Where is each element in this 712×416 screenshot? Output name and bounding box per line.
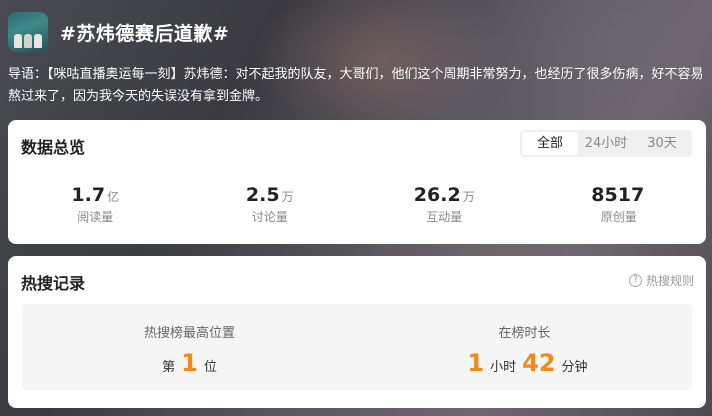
hot-search-rules-link[interactable]: ? 热搜规则 xyxy=(628,272,694,289)
tab-24h[interactable]: 24小时 xyxy=(578,132,634,155)
stat-label: 阅读量 xyxy=(77,210,114,224)
duration-label: 在榜时长 xyxy=(498,326,551,341)
stat-unit: 万 xyxy=(281,190,294,204)
stat-value: 8517 xyxy=(591,184,645,206)
duration-minutes-unit: 分钟 xyxy=(561,360,588,375)
range-tabs: 全部 24小时 30天 xyxy=(520,130,692,157)
rules-label: 热搜规则 xyxy=(645,274,694,288)
tab-all[interactable]: 全部 xyxy=(522,132,578,155)
stat-label: 原创量 xyxy=(600,210,637,224)
stat-original: 8517 原创量 xyxy=(532,184,707,225)
top-position: 热搜榜最高位置 第 1 位 xyxy=(22,304,357,390)
duration: 在榜时长 1 小时 42 分钟 xyxy=(357,304,692,390)
stat-label: 互动量 xyxy=(426,210,463,224)
stat-unit: 亿 xyxy=(107,190,120,204)
hot-search-card: 热搜记录 ? 热搜规则 热搜榜最高位置 第 1 位 在榜时长 1 小时 42 分… xyxy=(8,256,706,408)
stat-value: 2.5 xyxy=(245,184,280,206)
position-suffix: 位 xyxy=(203,360,217,375)
stat-value: 26.2 xyxy=(413,184,461,206)
stat-reads: 1.7 亿 阅读量 xyxy=(8,184,183,225)
position-prefix: 第 xyxy=(162,360,176,375)
top-position-label: 热搜榜最高位置 xyxy=(143,326,235,341)
thumbnail-image[interactable] xyxy=(8,12,48,52)
stats-row: 1.7 亿 阅读量 2.5 万 讨论量 26.2 万 互动量 8517 原创量 xyxy=(8,184,706,225)
stat-discussions: 2.5 万 讨论量 xyxy=(183,184,358,225)
duration-minutes: 42 xyxy=(522,349,556,377)
stat-unit: 万 xyxy=(462,190,475,204)
duration-hours-unit: 小时 xyxy=(490,360,517,375)
topic-header: #苏炜德赛后道歉# xyxy=(8,10,229,54)
stat-label: 讨论量 xyxy=(251,210,288,224)
topic-title: #苏炜德赛后道歉# xyxy=(60,22,230,45)
topic-intro: 导语：【咪咕直播奥运每一刻】苏炜德：对不起我的队友，大哥们，他们这个周期非常努力… xyxy=(8,67,704,104)
overview-card: 数据总览 全部 24小时 30天 1.7 亿 阅读量 2.5 万 讨论量 26.2 万… xyxy=(8,120,706,244)
position-value: 1 xyxy=(181,349,198,377)
hot-search-stats: 热搜榜最高位置 第 1 位 在榜时长 1 小时 42 分钟 xyxy=(22,304,692,390)
duration-hours: 1 xyxy=(467,349,485,377)
hot-search-title: 热搜记录 xyxy=(21,274,86,293)
stat-value: 1.7 xyxy=(71,184,106,206)
question-circle-icon: ? xyxy=(628,274,642,287)
overview-title: 数据总览 xyxy=(21,138,86,157)
stat-interactions: 26.2 万 互动量 xyxy=(357,184,532,225)
tab-30d[interactable]: 30天 xyxy=(634,132,690,155)
